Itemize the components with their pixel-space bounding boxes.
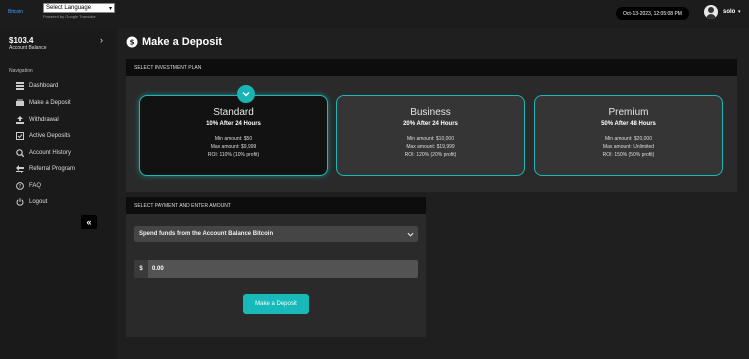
chevron-down-icon — [407, 232, 414, 237]
sidebar-item-label: Logout — [29, 199, 48, 205]
sidebar-item-faq[interactable]: ? FAQ — [16, 180, 111, 192]
balance-amount: $103.4 — [9, 36, 34, 45]
logout-icon — [16, 198, 24, 206]
sidebar-item-label: Make a Deposit — [29, 100, 71, 106]
collapse-sidebar-button[interactable]: « — [81, 215, 97, 229]
amount-input-group: $ 0.00 — [134, 260, 418, 278]
page-title-group: $ Make a Deposit — [126, 36, 222, 48]
site-logo[interactable]: Bitcoin — [8, 9, 23, 15]
plan-rate: 50% After 48 Hours — [601, 121, 656, 127]
plan-card-business[interactable]: Business 20% After 24 Hours Min amount: … — [336, 95, 525, 176]
nav-heading: Navigation — [9, 68, 33, 74]
plan-max-amount: Max amount: Unlimited — [602, 144, 655, 150]
dashboard-icon — [16, 82, 24, 90]
page-title: Make a Deposit — [142, 36, 223, 48]
referral-icon — [16, 165, 24, 173]
deposit-icon — [16, 99, 24, 106]
svg-text:$: $ — [130, 39, 135, 47]
user-name[interactable]: solo — [723, 9, 735, 15]
chevron-right-icon[interactable]: › — [100, 35, 103, 45]
chevron-down-icon: ▾ — [108, 5, 112, 12]
plan-roi: ROI: 120% (20% profit) — [404, 152, 457, 158]
plan-min-amount: Min amount: $10,000 — [407, 136, 454, 142]
language-select-label: Select Language — [46, 5, 92, 11]
money-bag-icon: $ — [126, 36, 138, 48]
plan-name: Standard — [213, 107, 254, 118]
make-deposit-button[interactable]: Make a Deposit — [243, 294, 309, 314]
payment-method-value: Spend funds from the Account Balance Bit… — [139, 231, 274, 237]
active-deposits-icon — [16, 132, 24, 140]
history-icon — [16, 149, 24, 157]
sidebar-item-withdrawal[interactable]: Withdrawal — [16, 114, 111, 126]
avatar[interactable] — [704, 5, 718, 19]
sidebar-item-label: Active Deposits — [29, 133, 71, 139]
panel-header: SELECT PAYMENT AND ENTER AMOUNT — [126, 197, 426, 214]
payment-method-select[interactable]: Spend funds from the Account Balance Bit… — [134, 226, 418, 242]
plan-max-amount: Max amount: $9,999 — [210, 144, 257, 150]
panel-header: SELECT INVESTMENT PLAN — [126, 59, 737, 76]
plan-rate: 20% After 24 Hours — [403, 121, 458, 127]
sidebar: $103.4 Account Balance › Navigation Dash… — [0, 28, 117, 359]
sidebar-item-active-deposits[interactable]: Active Deposits — [16, 130, 111, 142]
sidebar-item-label: Account History — [29, 150, 72, 156]
plan-name: Premium — [608, 107, 649, 118]
datetime-pill: Oct-13-2023, 12:05:08 PM — [616, 7, 689, 20]
powered-by-text: Powered by Google Translate — [43, 14, 96, 19]
currency-symbol: $ — [134, 260, 148, 278]
sidebar-item-label: Referral Program — [29, 166, 76, 172]
language-selector: Select Language ▾ Powered by Google Tran… — [43, 3, 115, 19]
top-bar: Bitcoin Select Language ▾ Powered by Goo… — [0, 0, 749, 28]
svg-text:?: ? — [19, 184, 22, 190]
sidebar-item-label: Dashboard — [29, 83, 59, 89]
balance-label: Account Balance — [9, 45, 47, 51]
sidebar-item-logout[interactable]: Logout — [16, 196, 111, 208]
sidebar-item-dashboard[interactable]: Dashboard — [16, 80, 111, 92]
withdrawal-icon — [16, 116, 24, 124]
sidebar-item-referral-program[interactable]: Referral Program — [16, 163, 111, 175]
investment-plan-panel: SELECT INVESTMENT PLAN Standard 10% Afte… — [126, 59, 737, 192]
plan-roi: ROI: 150% (50% profit) — [602, 152, 655, 158]
plan-rate: 10% After 24 Hours — [206, 121, 261, 127]
plan-card-premium[interactable]: Premium 50% After 48 Hours Min amount: $… — [534, 95, 723, 176]
plan-name: Business — [410, 107, 451, 118]
plan-min-amount: Min amount: $20,000 — [605, 136, 652, 142]
faq-icon: ? — [16, 182, 24, 190]
sidebar-item-label: FAQ — [29, 183, 42, 189]
language-select[interactable]: Select Language ▾ — [43, 3, 115, 13]
plan-max-amount: Max amount: $19,999 — [406, 144, 455, 150]
sidebar-item-make-deposit[interactable]: Make a Deposit — [16, 97, 111, 109]
sidebar-item-label: Withdrawal — [29, 117, 59, 123]
plan-card-standard[interactable]: Standard 10% After 24 Hours Min amount: … — [139, 85, 328, 176]
plan-min-amount: Min amount: $50 — [214, 136, 253, 142]
user-menu-caret-icon[interactable]: ▾ — [738, 9, 741, 15]
amount-input[interactable]: 0.00 — [148, 260, 418, 278]
plan-roi: ROI: 110% (10% profit) — [207, 152, 260, 158]
sidebar-item-account-history[interactable]: Account History — [16, 147, 111, 159]
payment-panel: SELECT PAYMENT AND ENTER AMOUNT Spend fu… — [126, 197, 426, 337]
chevron-down-icon — [237, 85, 255, 103]
